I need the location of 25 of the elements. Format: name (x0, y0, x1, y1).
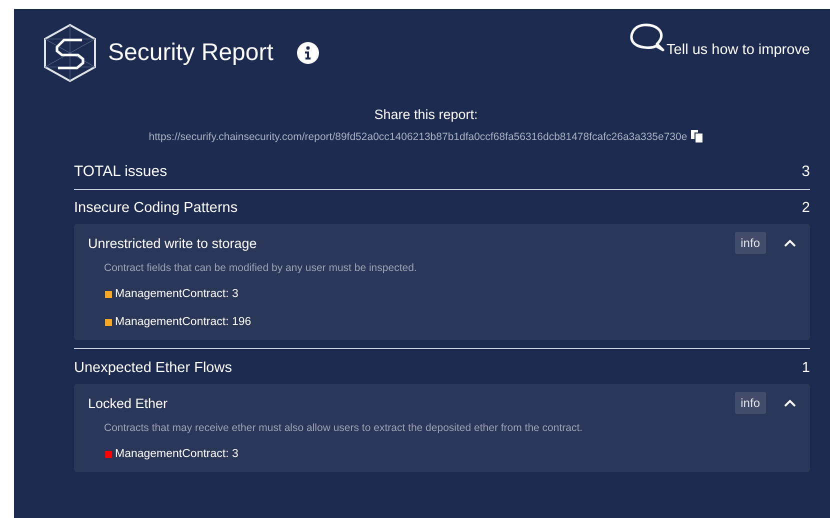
section-title: Insecure Coding Patterns (74, 200, 238, 216)
section-title: Unexpected Ether Flows (74, 360, 232, 376)
collapse-caret-icon[interactable] (784, 239, 796, 247)
info-icon[interactable] (297, 42, 320, 64)
section-count: 2 (802, 200, 810, 216)
logo-icon (42, 23, 98, 83)
copy-icon[interactable] (691, 130, 704, 143)
info-button[interactable]: info (734, 232, 766, 254)
report-url: https://securify.chainsecurity.com/report/89fd52a0cc1406213b87b1dfa0ccf68fa56316dcb81478fcafc26a3a335e730e (148, 130, 688, 142)
feedback-link[interactable]: Tell us how to improve (666, 42, 810, 58)
issue-description: Contract fields that can be modified by any user must be inspected. (104, 262, 418, 274)
issue-description: Contracts that may receive ether must also allow users to extract the deposited ether from the contract. (104, 422, 584, 434)
issue-title: Locked Ether (88, 396, 169, 410)
section-count: 1 (802, 360, 810, 376)
location-link[interactable]: ManagementContract: 196 (115, 316, 252, 328)
total-label: TOTAL issues (74, 163, 168, 180)
issue-title: Unrestricted write to storage (88, 236, 258, 250)
total-count: 3 (802, 163, 810, 180)
collapse-caret-icon[interactable] (784, 399, 796, 407)
speech-bubble-icon[interactable] (628, 22, 665, 52)
location-link[interactable]: ManagementContract: 3 (115, 288, 238, 300)
report-title: Security Report (108, 39, 274, 67)
info-button[interactable]: info (734, 392, 766, 414)
share-heading: Share this report: (373, 107, 479, 122)
location-link[interactable]: ManagementContract: 3 (115, 448, 238, 460)
